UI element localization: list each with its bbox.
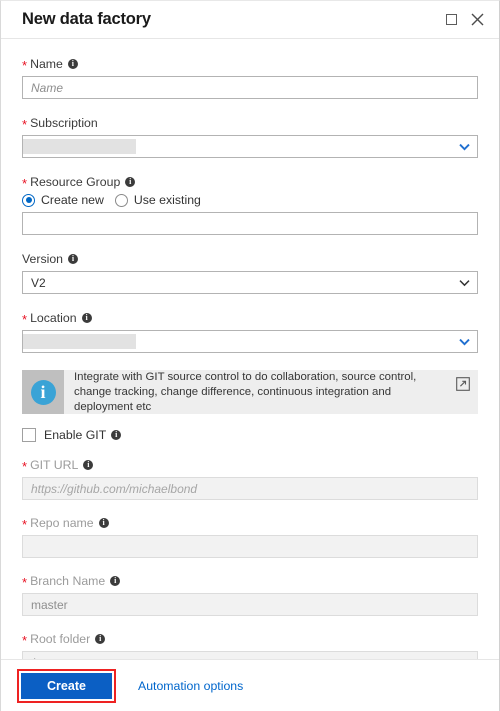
checkbox-unchecked-icon <box>22 428 36 442</box>
label-resource-group: * Resource Group i <box>22 175 478 191</box>
field-root-folder: * Root folder i / <box>22 632 478 659</box>
required-asterisk: * <box>22 459 28 474</box>
subscription-select[interactable] <box>22 135 478 158</box>
radio-mark-selected-icon <box>22 193 35 207</box>
page-title: New data factory <box>22 10 151 28</box>
label-git-url-text: GIT URL <box>30 458 79 472</box>
root-folder-input[interactable]: / <box>22 651 478 659</box>
label-name: * Name i <box>22 57 478 73</box>
subscription-select-value <box>23 136 451 157</box>
branch-name-placeholder: master <box>31 597 68 612</box>
label-repo-name-text: Repo name <box>30 516 94 530</box>
label-branch-name: * Branch Name i <box>22 574 478 590</box>
git-info-banner: i Integrate with GIT source control to d… <box>22 370 478 414</box>
redacted-value <box>23 334 136 349</box>
external-link-icon <box>456 377 470 391</box>
required-asterisk: * <box>22 517 28 532</box>
label-version-text: Version <box>22 252 64 266</box>
git-url-input[interactable]: https://github.com/michaelbond <box>22 477 478 500</box>
label-version: Version i <box>22 252 478 266</box>
create-button-highlight: Create <box>17 668 116 703</box>
info-icon[interactable]: i <box>95 634 106 644</box>
chevron-down-icon[interactable] <box>451 136 477 157</box>
version-value: V2 <box>31 275 46 290</box>
required-asterisk: * <box>22 312 28 327</box>
label-root-folder: * Root folder i <box>22 632 478 648</box>
location-select[interactable] <box>22 330 478 353</box>
banner-text: Integrate with GIT source control to do … <box>74 370 417 413</box>
label-name-text: Name <box>30 57 63 71</box>
field-resource-group: * Resource Group i Create new Use existi… <box>22 175 478 235</box>
label-location-text: Location <box>30 311 77 325</box>
info-icon[interactable]: i <box>68 254 79 264</box>
required-asterisk: * <box>22 633 28 648</box>
chevron-down-icon[interactable] <box>451 331 477 352</box>
form-body: * Name i Name * Subscription * Resource … <box>1 39 499 660</box>
label-repo-name: * Repo name i <box>22 516 478 532</box>
repo-name-input[interactable] <box>22 535 478 558</box>
label-location: * Location i <box>22 311 478 327</box>
version-select[interactable]: V2 <box>22 271 478 294</box>
info-circle-icon: i <box>30 379 56 405</box>
new-data-factory-blade: New data factory * Name i Name * Subscri… <box>0 0 500 711</box>
info-icon[interactable]: i <box>125 177 136 187</box>
info-icon[interactable]: i <box>83 460 94 470</box>
radio-create-new[interactable]: Create new <box>22 193 104 207</box>
info-icon[interactable]: i <box>110 576 121 586</box>
radio-mark-icon <box>114 193 128 207</box>
enable-git-label-wrap: Enable GIT i <box>44 428 122 442</box>
chevron-down-icon[interactable] <box>451 272 477 293</box>
create-button[interactable]: Create <box>21 672 112 699</box>
enable-git-checkbox[interactable]: Enable GIT i <box>22 428 478 442</box>
git-url-placeholder: https://github.com/michaelbond <box>31 481 198 496</box>
maximize-button[interactable] <box>438 7 464 33</box>
banner-external-link-button[interactable] <box>448 370 478 414</box>
info-icon[interactable]: i <box>98 518 109 528</box>
field-repo-name: * Repo name i <box>22 516 478 558</box>
resource-group-input[interactable] <box>22 212 478 235</box>
close-x-icon <box>471 13 483 26</box>
required-asterisk: * <box>22 176 28 191</box>
info-icon[interactable]: i <box>81 313 92 323</box>
enable-git-label: Enable GIT <box>44 428 107 442</box>
label-git-url: * GIT URL i <box>22 458 478 474</box>
name-input-placeholder: Name <box>31 80 64 95</box>
radio-create-new-label: Create new <box>41 193 104 207</box>
close-button[interactable] <box>464 7 490 33</box>
location-select-value <box>23 331 451 352</box>
maximize-square-icon <box>445 14 457 25</box>
blade-title-bar: New data factory <box>1 1 499 39</box>
redacted-value <box>23 139 136 154</box>
required-asterisk: * <box>22 58 28 73</box>
branch-name-input[interactable]: master <box>22 593 478 616</box>
field-location: * Location i <box>22 311 478 353</box>
info-icon[interactable]: i <box>67 59 78 69</box>
label-subscription: * Subscription <box>22 116 478 132</box>
banner-icon-cell: i <box>22 370 64 414</box>
automation-options-link[interactable]: Automation options <box>138 679 243 693</box>
field-name: * Name i Name <box>22 57 478 99</box>
radio-use-existing[interactable]: Use existing <box>114 193 201 207</box>
radio-use-existing-label: Use existing <box>133 193 201 207</box>
info-icon[interactable]: i <box>111 430 122 440</box>
label-branch-name-text: Branch Name <box>30 574 106 588</box>
required-asterisk: * <box>22 575 28 590</box>
field-subscription: * Subscription <box>22 116 478 158</box>
required-asterisk: * <box>22 117 28 132</box>
name-input[interactable]: Name <box>22 76 478 99</box>
field-git-url: * GIT URL i https://github.com/michaelbo… <box>22 458 478 500</box>
version-select-value: V2 <box>23 272 451 293</box>
field-version: Version i V2 <box>22 252 478 294</box>
label-subscription-text: Subscription <box>30 116 98 130</box>
resource-group-radio-group: Create new Use existing <box>22 193 478 207</box>
label-root-folder-text: Root folder <box>30 632 91 646</box>
field-branch-name: * Branch Name i master <box>22 574 478 616</box>
blade-footer: Create Automation options <box>1 660 499 711</box>
label-resource-group-text: Resource Group <box>30 175 121 189</box>
